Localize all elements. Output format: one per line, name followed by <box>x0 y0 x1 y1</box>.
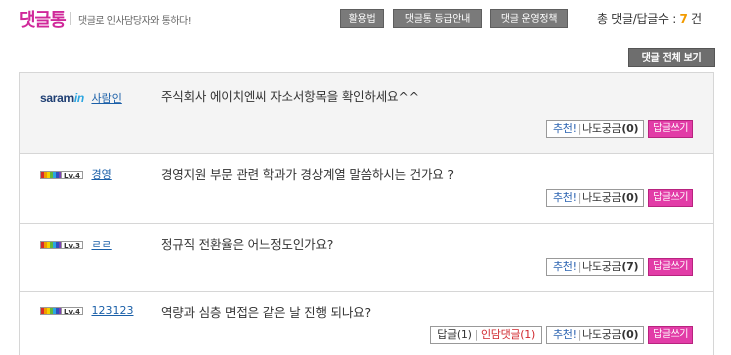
comment-item: Lv.4 123123 역량과 심층 면접은 같은 날 진행 되나요? 답글(1… <box>20 292 713 355</box>
me-too-button[interactable]: 추천!|나도궁금(0) <box>545 120 645 138</box>
comment-box-logo: 댓글통 <box>19 10 67 31</box>
header-tagline: 댓글로 인사담당자와 통하다! <box>78 16 192 27</box>
saramin-logo: saramin <box>40 91 84 105</box>
write-reply-button[interactable]: 답글쓰기 <box>648 120 693 138</box>
author-name-link[interactable]: 경영 <box>91 168 111 181</box>
hr-replies-count[interactable]: 인담댓글(1) <box>481 328 535 341</box>
total-count-label: 총 댓글/답글수 : <box>597 12 680 26</box>
comment-author: Lv.4 경영 <box>40 166 112 182</box>
comment-actions: 추천!|나도궁금(0) 답글쓰기 <box>545 189 693 207</box>
level-badge-icon: Lv.4 <box>40 171 83 180</box>
write-reply-button[interactable]: 답글쓰기 <box>648 189 693 207</box>
comment-question[interactable]: 역량과 심층 면접은 같은 날 진행 되나요? <box>161 302 371 321</box>
me-too-button[interactable]: 추천!|나도궁금(7) <box>545 258 645 276</box>
author-name-link[interactable]: 사람인 <box>91 92 121 105</box>
comment-item: Lv.4 경영 경영지원 부문 관련 학과가 경상계열 말씀하시는 건가요 ? … <box>20 154 713 224</box>
comment-header: 댓글통 댓글로 인사담당자와 통하다! 활용법 댓글통 등급안내 댓글 운영정책… <box>0 0 731 36</box>
comment-author: Lv.4 123123 <box>40 304 133 317</box>
policy-button[interactable]: 댓글 운영정책 <box>490 9 568 28</box>
header-divider <box>70 12 71 25</box>
comment-question[interactable]: 경영지원 부문 관련 학과가 경상계열 말씀하시는 건가요 ? <box>161 164 454 183</box>
comment-item: Lv.3 ㄹㄹ 정규직 전환율은 어느정도인가요? 추천!|나도궁금(7) 답글… <box>20 224 713 292</box>
view-all-comments-button[interactable]: 댓글 전체 보기 <box>628 48 715 67</box>
comment-author: Lv.3 ㄹㄹ <box>40 236 112 252</box>
write-reply-button[interactable]: 답글쓰기 <box>648 326 693 344</box>
comment-list: saramin 사람인 주식회사 에이치엔씨 자소서항목을 확인하세요^^ 추천… <box>19 72 714 355</box>
comment-question[interactable]: 정규직 전환율은 어느정도인가요? <box>161 234 333 253</box>
replies-toggle[interactable]: 답글(1) | 인담댓글(1) <box>430 326 542 344</box>
total-count-value: 7 <box>679 12 688 26</box>
comment-actions: 추천!|나도궁금(7) 답글쓰기 <box>545 258 693 276</box>
level-badge-icon: Lv.4 <box>40 307 83 316</box>
write-reply-button[interactable]: 답글쓰기 <box>648 258 693 276</box>
how-to-use-button[interactable]: 활용법 <box>340 9 384 28</box>
total-count: 총 댓글/답글수 : 7 건 <box>597 10 702 27</box>
comment-author: saramin 사람인 <box>40 90 122 106</box>
comment-question[interactable]: 주식회사 에이치엔씨 자소서항목을 확인하세요^^ <box>161 86 419 105</box>
comment-item-notice: saramin 사람인 주식회사 에이치엔씨 자소서항목을 확인하세요^^ 추천… <box>20 73 713 154</box>
author-name-link[interactable]: ㄹㄹ <box>91 238 111 251</box>
comment-actions: 답글(1) | 인담댓글(1) 추천!|나도궁금(0) 답글쓰기 <box>430 326 693 344</box>
level-badge-icon: Lv.3 <box>40 241 83 250</box>
replies-count[interactable]: 답글(1) <box>437 328 472 341</box>
me-too-button[interactable]: 추천!|나도궁금(0) <box>545 326 645 344</box>
total-count-unit: 건 <box>687 12 702 26</box>
comment-actions: 추천!|나도궁금(0) 답글쓰기 <box>545 120 693 138</box>
author-name-link[interactable]: 123123 <box>91 304 133 317</box>
me-too-button[interactable]: 추천!|나도궁금(0) <box>545 189 645 207</box>
grade-guide-button[interactable]: 댓글통 등급안내 <box>393 9 482 28</box>
